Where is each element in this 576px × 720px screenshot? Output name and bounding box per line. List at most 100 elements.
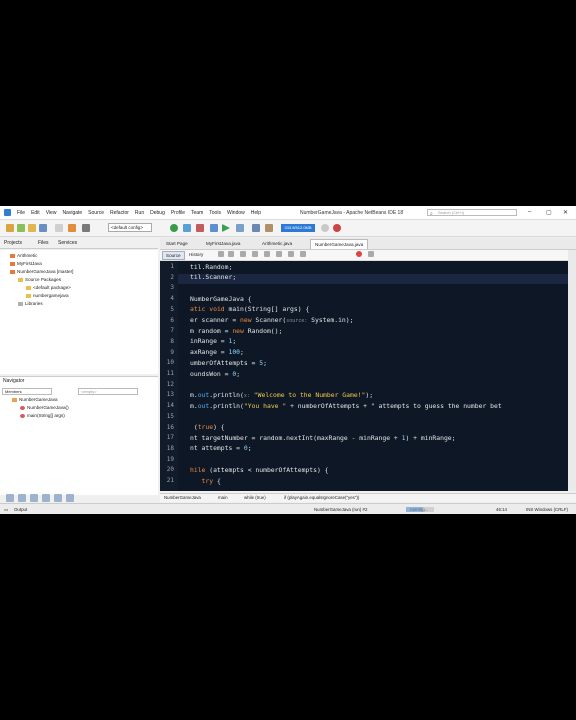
menu-profile[interactable]: Profile [171,210,185,216]
tree-item[interactable]: Source Packages [18,277,61,282]
code-line: m.out.println(x: "Welcome to the Number … [190,390,374,399]
uncomment-icon[interactable] [300,251,306,257]
navigator-filter-select-2[interactable]: <empty> [78,388,138,395]
new-file-icon[interactable] [6,224,14,232]
hammer-icon[interactable] [196,224,204,232]
breadcrumb-item[interactable]: NumberGameJava [164,495,201,500]
menu-help[interactable]: Help [251,210,261,216]
open-project-icon[interactable] [28,224,36,232]
filter-icon[interactable] [18,494,26,502]
output-icon[interactable]: ▭ [4,507,8,513]
navigator-item-label: NumberGameJava() [27,405,69,410]
config-select[interactable]: <default config> [108,223,152,232]
tree-item[interactable]: Libraries [18,301,43,306]
back-icon[interactable] [218,251,224,257]
stop-macro-icon[interactable] [368,251,374,257]
tree-item[interactable]: numbergamejava [26,293,69,298]
menu-team[interactable]: Team [191,210,203,216]
clean-build-icon[interactable] [183,224,191,232]
new-project-icon[interactable] [17,224,25,232]
menu-view[interactable]: View [46,210,57,216]
config-value: <default config> [111,225,144,230]
line-number: 8 [170,337,174,345]
menu-file[interactable]: File [17,210,25,216]
tree-item[interactable]: MyFirstJava [10,261,42,266]
menu-tools[interactable]: Tools [209,210,221,216]
menu-source[interactable]: Source [88,210,104,216]
fields-icon[interactable] [30,494,38,502]
config-icon[interactable] [210,224,218,232]
attach-icon[interactable] [265,224,273,232]
close-button[interactable]: ✕ [563,209,568,216]
code-line: hile (attempts < numberOfAttempts) { [190,465,329,474]
run-status[interactable]: NumberGameJava (run) #2 [314,507,367,512]
maximize-button[interactable]: ▢ [546,209,552,216]
tree-item-label: Arithmetic [17,253,38,258]
output-tab[interactable]: Output [14,507,27,512]
line-number: 4 [170,295,174,303]
code-editor[interactable]: 1 til.Random; 2 til.Scanner; 3 4 NumberGameJav… [160,261,568,491]
tab-files[interactable]: Files [38,240,49,246]
tab-navigator[interactable]: Navigator [3,378,24,384]
navigator-filter-value: Members [5,389,22,394]
debug-icon[interactable] [236,224,244,232]
navigator-item[interactable]: NumberGameJava [12,397,58,402]
profile-icon[interactable] [252,224,260,232]
code-line: nt targetNumber = random.nextInt(maxRang… [190,433,456,442]
inherited-icon[interactable] [54,494,62,502]
tab-start-page[interactable]: Start Page [162,239,192,248]
navigator-item[interactable]: NumberGameJava() [20,405,69,410]
fqn-icon[interactable] [66,494,74,502]
menu-window[interactable]: Window [227,210,245,216]
tab-myfirstjava[interactable]: MyFirstJava.java [202,239,244,248]
tree-item[interactable]: Arithmetic [10,253,37,258]
project-icon [10,261,15,266]
search-input[interactable]: ⌕ Search (Ctrl+I) [427,209,517,217]
toggle-bookmark-icon[interactable] [252,251,258,257]
tab-source[interactable]: Source [162,251,185,260]
editor-scrollbar[interactable] [568,250,576,491]
tree-item-label: MyFirstJava [17,261,42,266]
comment-icon[interactable] [288,251,294,257]
shift-right-icon[interactable] [276,251,282,257]
menu-edit[interactable]: Edit [31,210,40,216]
build-icon[interactable] [170,224,178,232]
navigator-filter-select[interactable]: Members [2,388,52,395]
menu-run[interactable]: Run [135,210,144,216]
tab-services[interactable]: Services [58,240,77,246]
search-icon: ⌕ [430,211,433,217]
breadcrumb-item[interactable]: if (playAgain.equalsIgnoreCase("yes")) [284,495,359,500]
gc-icon[interactable] [321,224,329,232]
tab-arithmetic[interactable]: Arithmetic.java [258,239,296,248]
history-icon[interactable] [82,224,90,232]
minimize-button[interactable]: – [528,209,531,215]
navigator-item[interactable]: main(String[] args) [20,413,65,418]
projects-tabs: Projects Files Services [0,238,158,249]
run-icon[interactable] [222,224,230,232]
tab-numbergamejava[interactable]: NumberGameJava.java [310,239,369,249]
redo-icon[interactable] [68,224,76,232]
method-icon [20,413,25,418]
tree-item[interactable]: <default package> [26,285,71,290]
main-toolbar: <default config> 333.5/512.0MB [0,220,576,237]
menu-refactor[interactable]: Refactor [110,210,129,216]
breadcrumb-item[interactable]: while (true) [244,495,266,500]
stop-icon[interactable] [333,224,341,232]
undo-icon[interactable] [55,224,63,232]
record-macro-icon[interactable] [356,251,362,257]
find-icon[interactable] [240,251,246,257]
static-icon[interactable] [42,494,50,502]
menu-debug[interactable]: Debug [150,210,165,216]
tree-item[interactable]: NumberGameJava [master] [10,269,73,274]
save-all-icon[interactable] [39,224,47,232]
tab-history[interactable]: History [186,251,206,258]
forward-icon[interactable] [228,251,234,257]
menu-navigate[interactable]: Navigate [62,210,82,216]
line-number: 12 [166,380,174,388]
memory-indicator[interactable]: 333.5/512.0MB [281,224,315,232]
shift-left-icon[interactable] [264,251,270,257]
line-number: 6 [170,316,174,324]
tab-projects[interactable]: Projects [4,240,22,246]
breadcrumb-item[interactable]: main [218,495,228,500]
sort-icon[interactable] [6,494,14,502]
